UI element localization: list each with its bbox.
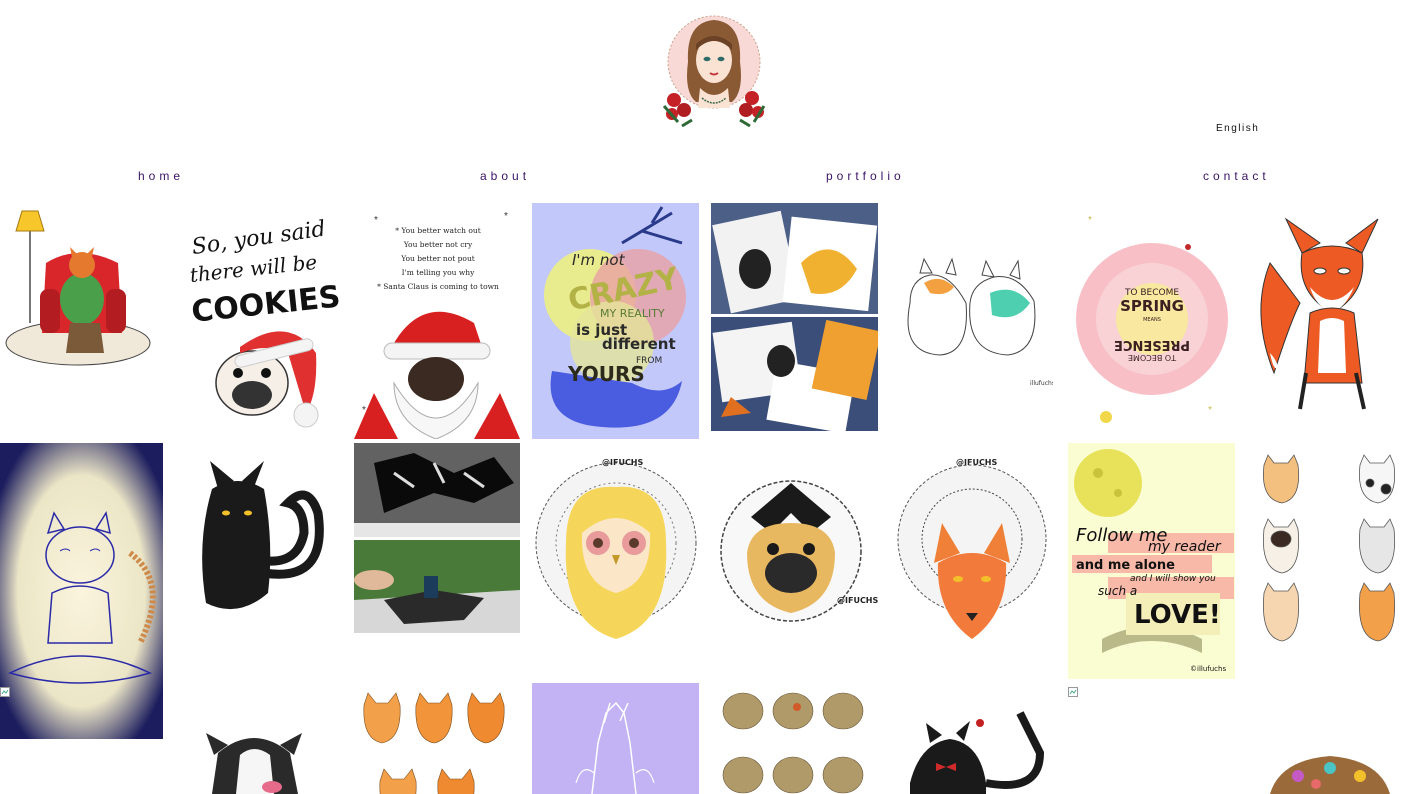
gallery-tile-fox-standing[interactable] [1250, 203, 1413, 419]
santa-lyric-1: * You better watch out [395, 226, 481, 235]
follow-line3: and me alone [1076, 558, 1175, 573]
gallery-tile-fox-armchair[interactable] [0, 203, 163, 373]
crazy-line5: different [602, 335, 676, 353]
gallery-tile-santa[interactable]: * You better watch out You better not cr… [354, 203, 520, 439]
portrait-illustration [662, 15, 766, 128]
santa-lyric-4: I'm telling you why [402, 268, 475, 277]
gallery-tile-papercut-top[interactable] [354, 443, 520, 537]
gallery-tile-cat-grid[interactable] [1250, 443, 1413, 669]
broken-image-icon [1068, 684, 1078, 697]
spring-line3: MEANS [1143, 317, 1161, 323]
follow-line5: such a [1098, 584, 1137, 598]
svg-text:*: * [1208, 405, 1212, 416]
crazy-line3: MY REALITY [600, 307, 665, 320]
broken-image-icon [0, 684, 10, 697]
gallery-tile-crazy[interactable]: I'm not CRAZY MY REALITY is just differe… [532, 203, 699, 439]
page: English home about portfolio contact So,… [0, 0, 1413, 794]
gallery-tile-hands[interactable] [532, 683, 699, 794]
gallery-tile-fox-grid[interactable] [354, 683, 520, 794]
santa-lyric-5: * Santa Claus is coming to town [377, 282, 499, 291]
gallery-tile-fox-mandala[interactable]: @IFUCHS [890, 443, 1053, 649]
cats-pair-signature: illufuchs [1030, 380, 1053, 387]
gallery-tile-cookies[interactable]: So, you said there will be COOKIES... [178, 203, 341, 439]
follow-line4: and I will show you [1130, 574, 1216, 584]
follow-signature: ©illufuchs [1190, 665, 1226, 673]
gallery-tile-hedgehog[interactable] [1250, 750, 1413, 794]
gallery-tile-black-cat[interactable] [178, 443, 341, 629]
nav-portfolio[interactable]: portfolio [826, 169, 905, 183]
crazy-line1: I'm not [572, 251, 626, 269]
gallery-tile-pug[interactable]: @IFUCHS [711, 443, 878, 649]
gallery-tile-cats-pair[interactable]: illufuchs [890, 203, 1053, 389]
gallery-tile-papercut-bottom[interactable] [354, 540, 520, 633]
crazy-line7: YOURS [567, 362, 645, 386]
gallery-tile-owl[interactable]: @IFUCHS [532, 443, 699, 649]
gallery-tile-black-cat-red[interactable] [890, 683, 1053, 794]
nav-about[interactable]: about [480, 169, 530, 183]
gallery-tile-spring[interactable]: TO BECOME SPRING MEANS PRESENCE TO BECOM… [1068, 203, 1235, 439]
svg-text:*: * [374, 215, 378, 226]
spring-line5: TO BECOME [1128, 353, 1177, 362]
nav-home[interactable]: home [138, 169, 184, 183]
santa-lyric-2: You better not cry [403, 240, 473, 249]
svg-text:*: * [504, 211, 508, 222]
svg-text:*: * [362, 405, 366, 416]
spring-line2: SPRING [1120, 297, 1184, 315]
language-switch[interactable]: English [1216, 123, 1259, 134]
spring-line4: PRESENCE [1114, 337, 1190, 352]
owl-tag: @IFUCHS [602, 458, 644, 467]
gallery-tile-yoga-cat[interactable] [0, 443, 163, 739]
gallery-tile-cards-top[interactable] [711, 203, 878, 314]
gallery-tile-follow-me[interactable]: Follow me my reader and me alone and I w… [1068, 443, 1235, 679]
santa-lyric-3: You better not pout [400, 254, 475, 263]
follow-line2: my reader [1148, 539, 1222, 555]
gallery-tile-cards-bottom[interactable] [711, 317, 878, 431]
logo-portrait[interactable] [658, 2, 770, 130]
gallery-tile-dog[interactable] [178, 683, 341, 794]
nav-contact[interactable]: contact [1203, 169, 1270, 183]
svg-text:*: * [1088, 215, 1092, 226]
pug-tag: @IFUCHS [837, 596, 878, 605]
gallery-tile-hamsters[interactable] [711, 683, 878, 794]
fox-mandala-tag: @IFUCHS [956, 458, 998, 467]
follow-line6: LOVE! [1134, 600, 1221, 630]
